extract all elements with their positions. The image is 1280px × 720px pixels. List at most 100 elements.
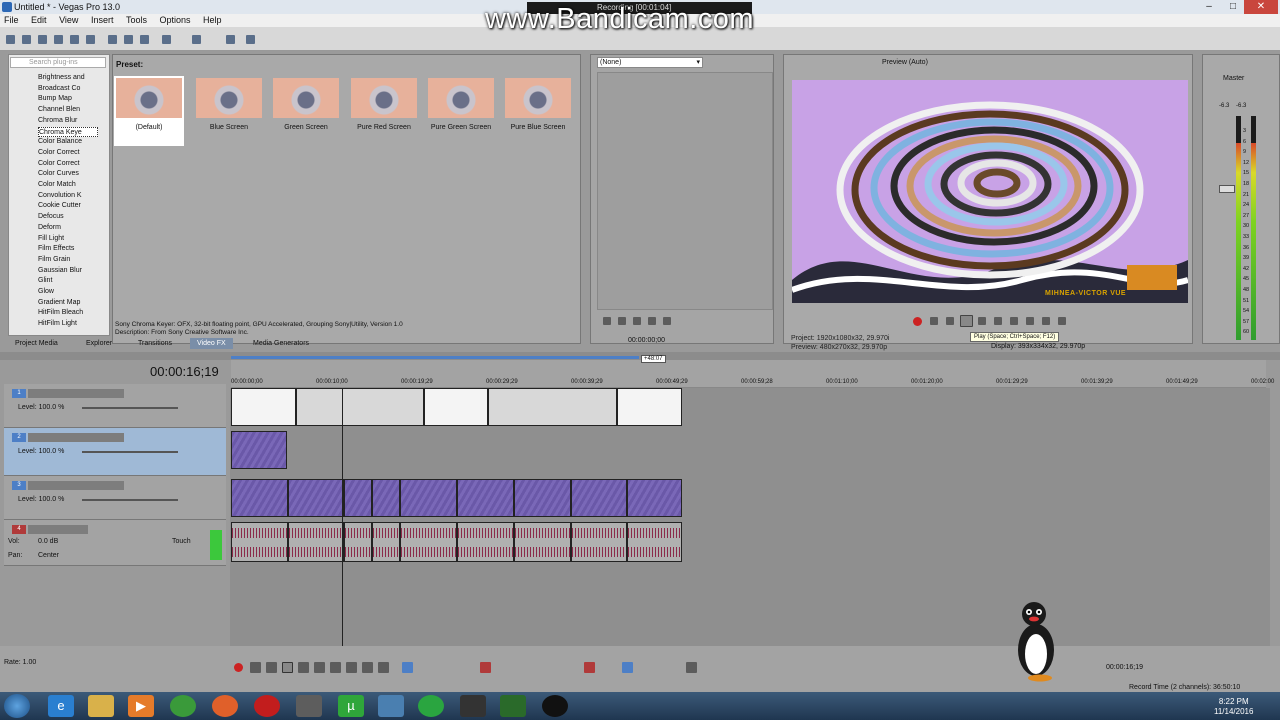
video-clip[interactable] <box>571 479 627 517</box>
audio-clip[interactable] <box>627 522 682 562</box>
film-app-icon[interactable] <box>460 695 486 717</box>
hangouts-icon[interactable] <box>418 695 444 717</box>
video-clip[interactable] <box>488 388 617 426</box>
chrome-icon[interactable] <box>170 695 196 717</box>
track-name-field[interactable] <box>28 433 124 442</box>
menu-options[interactable]: Options <box>160 15 191 25</box>
plugin-tree-item[interactable]: Defocus <box>38 212 98 222</box>
undo-icon[interactable] <box>162 35 171 44</box>
plugin-tree-item[interactable]: Film Grain <box>38 255 98 265</box>
maximize-button[interactable]: □ <box>1222 0 1244 14</box>
tab-project-media[interactable]: Project Media <box>15 338 58 349</box>
preview-mode-dropdown[interactable]: Preview (Auto) <box>882 59 928 66</box>
network-icon[interactable] <box>378 695 404 717</box>
tab-video-fx[interactable]: Video FX <box>190 338 233 349</box>
video-clip[interactable] <box>231 388 296 426</box>
menu-help[interactable]: Help <box>203 15 222 25</box>
level-slider[interactable] <box>82 451 178 453</box>
start-button[interactable] <box>4 694 30 718</box>
video-clip[interactable] <box>457 479 514 517</box>
preset-pure-green-screen[interactable]: Pure Green Screen <box>426 76 496 146</box>
menu-view[interactable]: View <box>59 15 78 25</box>
video-clip[interactable] <box>344 479 372 517</box>
preset-blue-screen[interactable]: Blue Screen <box>194 76 264 146</box>
stop-icon[interactable] <box>663 317 671 325</box>
audio-clip[interactable] <box>457 522 514 562</box>
track-header-3[interactable]: 3 Level: 100.0 % <box>4 476 226 520</box>
video-clip[interactable] <box>372 479 400 517</box>
plugin-tree-item[interactable]: Cookie Cutter <box>38 201 98 211</box>
timeline-track-area[interactable] <box>230 388 1270 646</box>
plugin-tree-item[interactable]: Color Match <box>38 180 98 190</box>
minimize-button[interactable]: – <box>1198 0 1220 14</box>
delete-icon[interactable] <box>480 662 491 673</box>
edit-tool-icon[interactable] <box>226 35 235 44</box>
track-name-field[interactable] <box>28 389 124 398</box>
video-clip[interactable] <box>400 479 457 517</box>
copy-icon[interactable] <box>124 35 133 44</box>
preset-pure-red-screen[interactable]: Pure Red Screen <box>349 76 419 146</box>
plugin-tree-item[interactable]: Color Balance <box>38 137 98 147</box>
level-slider[interactable] <box>82 407 178 409</box>
loop-icon[interactable] <box>603 317 611 325</box>
app-icon[interactable] <box>296 695 322 717</box>
plugin-tree-item[interactable]: Bump Map <box>38 94 98 104</box>
trimmer-source-dropdown[interactable]: (None) ▾ <box>597 57 703 68</box>
pause-icon[interactable] <box>648 317 656 325</box>
plugin-tree-item[interactable]: Color Correct <box>38 159 98 169</box>
properties-icon[interactable] <box>86 35 95 44</box>
file-explorer-icon[interactable] <box>88 695 114 717</box>
open-icon[interactable] <box>22 35 31 44</box>
master-fader-knob[interactable] <box>1219 185 1235 193</box>
terminal-icon[interactable] <box>500 695 526 717</box>
audio-clip[interactable] <box>372 522 400 562</box>
video-clip[interactable] <box>627 479 682 517</box>
video-clip[interactable] <box>617 388 682 426</box>
prev-frame-icon[interactable] <box>362 662 373 673</box>
menu-insert[interactable]: Insert <box>91 15 114 25</box>
plugin-tree-item[interactable]: Color Correct <box>38 148 98 158</box>
menu-tools[interactable]: Tools <box>126 15 147 25</box>
prev-frame-icon[interactable] <box>1010 317 1018 325</box>
plugin-tree-item[interactable]: Convolution K <box>38 191 98 201</box>
save-as-icon[interactable] <box>54 35 63 44</box>
plugin-tree-item[interactable]: Color Curves <box>38 169 98 179</box>
plugin-tree-item[interactable]: Fill Light <box>38 234 98 244</box>
video-clip[interactable] <box>296 388 424 426</box>
pause-icon[interactable] <box>298 662 309 673</box>
menu-file[interactable]: File <box>4 15 19 25</box>
normal-edit-tool-icon[interactable] <box>402 662 413 673</box>
lock-envelopes-icon[interactable] <box>686 662 697 673</box>
preset-pure-blue-screen[interactable]: Pure Blue Screen <box>503 76 573 146</box>
audio-clip[interactable] <box>400 522 457 562</box>
track-name-field[interactable] <box>28 481 124 490</box>
next-frame-icon[interactable] <box>1026 317 1034 325</box>
track-header-4-audio[interactable]: 4 Vol: 0.0 dB Pan: Center Touch <box>4 520 226 566</box>
play-icon[interactable] <box>633 317 641 325</box>
plugin-tree-item[interactable]: Glint <box>38 276 98 286</box>
opera-icon[interactable] <box>254 695 280 717</box>
plugin-tree-item[interactable]: Deform <box>38 223 98 233</box>
timeline-ruler[interactable]: 00:00:00;00 00:00:10;00 00:00:19;29 00:00:2… <box>231 360 1274 388</box>
stop-icon[interactable] <box>994 317 1002 325</box>
paste-icon[interactable] <box>140 35 149 44</box>
plugin-tree-item[interactable]: HitFilm Light <box>38 319 98 329</box>
plugin-search-input[interactable]: Search plug-ins <box>10 57 106 68</box>
save-icon[interactable] <box>38 35 47 44</box>
video-clip[interactable] <box>288 479 344 517</box>
preset-default[interactable]: (Default) <box>114 76 184 146</box>
track-header-2[interactable]: 2 Level: 100.0 % <box>4 428 226 476</box>
play-from-start-icon[interactable] <box>946 317 954 325</box>
prev-frame-icon[interactable] <box>1042 317 1050 325</box>
system-clock[interactable]: 8:22 PM 11/14/2016 <box>1214 697 1253 717</box>
audio-clip[interactable] <box>571 522 627 562</box>
what-is-this-icon[interactable] <box>246 35 255 44</box>
media-player-icon[interactable]: ▶ <box>128 695 154 717</box>
audio-clip[interactable] <box>344 522 372 562</box>
plugin-tree-item[interactable]: Film Effects <box>38 244 98 254</box>
playhead-cursor[interactable] <box>342 388 343 646</box>
tab-media-generators[interactable]: Media Generators <box>253 338 309 349</box>
render-icon[interactable] <box>70 35 79 44</box>
record-icon[interactable] <box>234 663 243 672</box>
bandicam-icon[interactable] <box>542 695 568 717</box>
